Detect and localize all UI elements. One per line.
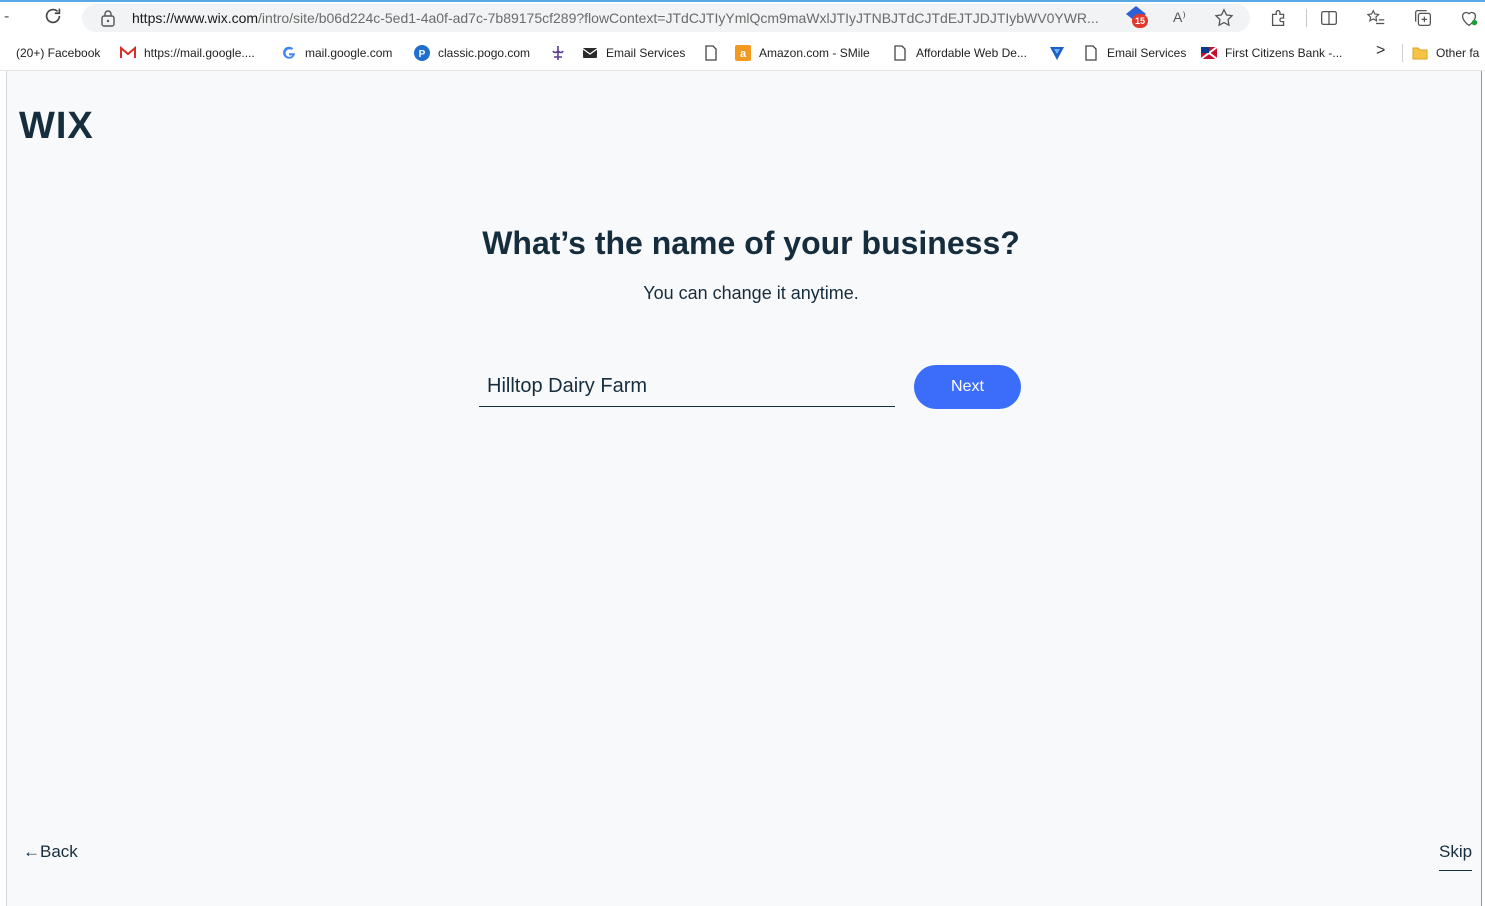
pogo-icon: P xyxy=(414,45,430,61)
bookmark-amazon-smile[interactable]: a Amazon.com - SMile xyxy=(735,44,870,62)
flag-icon xyxy=(1201,46,1217,60)
extension-badge-count: 15 xyxy=(1132,14,1148,28)
wix-logo[interactable]: WIX xyxy=(19,105,94,148)
amazon-icon: a xyxy=(735,45,751,61)
performance-heart-icon[interactable] xyxy=(1458,7,1480,29)
bookmark-scout[interactable] xyxy=(550,44,574,62)
svg-text:a: a xyxy=(740,48,747,60)
bookmark-pogo[interactable]: P classic.pogo.com xyxy=(414,44,530,62)
svg-text:P: P xyxy=(419,49,426,60)
reload-icon[interactable] xyxy=(42,5,64,27)
favorite-star-icon[interactable] xyxy=(1213,7,1235,29)
bookmark-first-citizens[interactable]: First Citizens Bank -... xyxy=(1201,44,1342,62)
split-screen-icon[interactable] xyxy=(1318,7,1340,29)
bookmark-email-services-2[interactable]: Email Services xyxy=(1083,44,1186,62)
bookmarks-more-chevron[interactable]: > xyxy=(1376,42,1385,60)
url-text[interactable]: https://www.wix.com/intro/site/b06d224c-… xyxy=(132,10,1107,26)
read-aloud-icon[interactable]: A⁾ xyxy=(1173,9,1195,31)
google-icon xyxy=(283,46,295,59)
bookmark-other-favorites[interactable]: Other fa xyxy=(1412,44,1482,62)
bookmark-page[interactable] xyxy=(703,44,727,62)
folder-icon xyxy=(1412,47,1428,60)
back-link[interactable]: ←Back xyxy=(23,842,78,862)
next-button[interactable]: Next xyxy=(914,365,1021,409)
collections-icon[interactable] xyxy=(1412,7,1434,29)
bookmarks-separator xyxy=(1402,44,1403,62)
envelope-icon xyxy=(582,48,598,58)
page-icon xyxy=(1085,45,1097,61)
bookmark-affordable-web[interactable]: Affordable Web De... xyxy=(892,44,1027,62)
favorites-list-icon[interactable] xyxy=(1365,7,1387,29)
lock-icon[interactable] xyxy=(100,9,116,27)
bookmark-facebook[interactable]: (20+) Facebook xyxy=(16,44,100,62)
bookmark-email-services[interactable]: Email Services xyxy=(582,44,685,62)
page-icon xyxy=(894,45,906,61)
gmail-icon xyxy=(120,45,136,58)
bookmark-v-logo[interactable] xyxy=(1049,44,1073,62)
page-icon xyxy=(705,45,717,61)
business-name-input[interactable] xyxy=(479,367,895,407)
extensions-puzzle-icon[interactable] xyxy=(1268,7,1290,29)
toolbar-separator xyxy=(1306,9,1307,27)
bookmark-gmail[interactable]: https://mail.google.... xyxy=(120,44,255,62)
v-logo-icon xyxy=(1050,47,1064,60)
wix-onboarding-page: WIX What’s the name of your business? Yo… xyxy=(6,71,1482,906)
address-bar[interactable]: https://www.wix.com/intro/site/b06d224c-… xyxy=(82,4,1250,32)
page-title: What’s the name of your business? xyxy=(482,225,1020,261)
extension-badge[interactable]: 15 xyxy=(1124,4,1154,28)
back-nav-stub[interactable]: - xyxy=(4,8,9,26)
browser-toolbar: - https://www.wix.com/intro/site/b06d224… xyxy=(0,0,1485,36)
scout-icon xyxy=(552,46,564,60)
bookmark-mail-google[interactable]: mail.google.com xyxy=(281,44,392,62)
skip-link[interactable]: Skip xyxy=(1439,842,1473,871)
page-subtitle: You can change it anytime. xyxy=(643,283,859,303)
